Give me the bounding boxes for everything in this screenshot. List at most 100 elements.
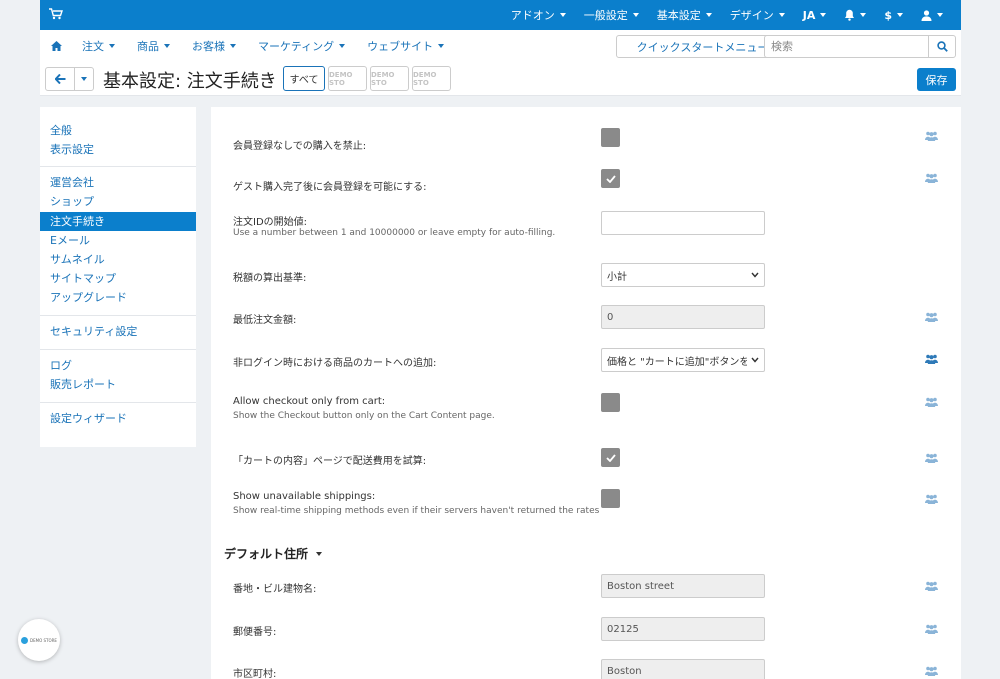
chevron-down-icon <box>316 551 323 556</box>
setting-checkbox[interactable] <box>601 169 620 188</box>
chevron-down-icon <box>164 44 170 48</box>
page-header: 基本設定: 注文手続き すべて DEMO STO DEMO STO DEMO S… <box>40 62 961 96</box>
sidebar-item-security[interactable]: セキュリティ設定 <box>40 322 196 341</box>
setting-label: 番地・ビル建物名: <box>233 584 317 595</box>
chevron-down-icon <box>897 13 903 17</box>
sidebar-item-upgrade[interactable]: アップグレード <box>40 288 196 307</box>
topmenu-basic-settings-label: 基本設定 <box>656 9 701 22</box>
storefront-switcher: すべて DEMO STO DEMO STO DEMO STO <box>283 66 454 91</box>
users-icon[interactable] <box>925 494 938 504</box>
setting-label: 税額の算出基準: <box>233 273 307 284</box>
setting-label: Allow checkout only from cart: <box>233 396 386 407</box>
sidebar-divider <box>40 315 196 316</box>
save-button[interactable]: 保存 <box>917 68 956 91</box>
address-city-input[interactable]: Boston <box>601 659 765 679</box>
address-zipcode-input[interactable]: 02125 <box>601 617 765 641</box>
chevron-down-icon <box>705 13 712 17</box>
chevron-down-icon <box>632 13 639 17</box>
settings-sidebar: 全般 表示設定 運営会社 ショップ 注文手続き Eメール サムネイル サイトマッ… <box>40 107 196 447</box>
topmenu-design[interactable]: デザイン <box>721 0 794 30</box>
sidebar-item-company[interactable]: 運営会社 <box>40 173 196 192</box>
notifications-menu[interactable] <box>835 0 875 30</box>
user-icon <box>921 9 932 21</box>
sidebar-item-stores[interactable]: ショップ <box>40 192 196 211</box>
arrow-left-icon <box>54 74 65 84</box>
setting-checkbox[interactable] <box>601 489 620 508</box>
users-icon[interactable] <box>925 354 938 364</box>
cart-icon[interactable] <box>49 8 63 20</box>
language-selector[interactable]: JA <box>794 0 836 30</box>
order-id-start-input[interactable] <box>601 211 765 235</box>
sidebar-item-thumbnails[interactable]: サムネイル <box>40 250 196 269</box>
search-icon <box>936 41 948 52</box>
sidebar-item-appearance[interactable]: 表示設定 <box>40 140 196 159</box>
nav-website-label: ウェブサイト <box>367 40 434 53</box>
guest-add-to-cart-select[interactable]: 価格と "カートに追加"ボタンを表示 <box>601 348 765 372</box>
sidebar-item-setup-wizard[interactable]: 設定ウィザード <box>40 409 196 428</box>
users-icon[interactable] <box>925 453 938 463</box>
nav-orders[interactable]: 注文 <box>71 30 126 62</box>
min-order-amount-input[interactable]: 0 <box>601 305 765 329</box>
chevron-down-icon <box>778 13 785 17</box>
setting-label: 会員登録なしでの購入を禁止: <box>233 141 367 152</box>
store-demo-button[interactable]: DEMO STO <box>412 66 451 91</box>
currency-selector[interactable]: $ <box>875 0 912 30</box>
users-icon[interactable] <box>925 666 938 676</box>
store-logo-text: DEMO STORE <box>30 637 57 643</box>
page-title: 基本設定: 注文手続き <box>103 71 277 92</box>
setting-label: Show unavailable shippings: <box>233 491 376 502</box>
sidebar-item-checkout[interactable]: 注文手続き <box>40 212 196 231</box>
users-icon[interactable] <box>925 131 938 141</box>
store-badge-button[interactable]: DEMO STORE <box>18 619 60 661</box>
setting-label: 注文IDの開始値: <box>233 217 308 228</box>
sidebar-divider <box>40 166 196 167</box>
nav-products[interactable]: 商品 <box>126 30 181 62</box>
checkmark-icon <box>605 453 616 462</box>
store-logo: DEMO STORE <box>21 636 57 644</box>
nav-customers[interactable]: お客様 <box>181 30 247 62</box>
nav-orders-label: 注文 <box>82 40 104 53</box>
logo-dot-icon <box>21 636 29 644</box>
sidebar-item-emails[interactable]: Eメール <box>40 231 196 250</box>
sidebar-item-sales-reports[interactable]: 販売レポート <box>40 375 196 394</box>
setting-checkbox[interactable] <box>601 448 620 467</box>
nav-products-label: 商品 <box>137 40 159 53</box>
chevron-down-icon <box>751 272 759 278</box>
sidebar-item-logs[interactable]: ログ <box>40 356 196 375</box>
search-button[interactable] <box>928 35 956 58</box>
users-icon[interactable] <box>925 581 938 591</box>
user-menu[interactable] <box>912 0 961 30</box>
back-button[interactable] <box>45 67 75 91</box>
nav-website[interactable]: ウェブサイト <box>356 30 455 62</box>
setting-help-text: Show the Checkout button only on the Car… <box>233 411 495 421</box>
users-icon[interactable] <box>925 397 938 407</box>
address-street-input[interactable]: Boston street <box>601 574 765 598</box>
topmenu-general-settings[interactable]: 一般設定 <box>575 0 648 30</box>
topmenu-addons[interactable]: アドオン <box>502 0 575 30</box>
setting-checkbox[interactable] <box>601 128 620 147</box>
bell-icon <box>845 9 855 21</box>
users-icon[interactable] <box>925 173 938 183</box>
setting-label: 非ログイン時における商品のカートへの追加: <box>233 358 437 369</box>
users-icon[interactable] <box>925 312 938 322</box>
currency-label: $ <box>884 8 892 22</box>
sidebar-item-sitemap[interactable]: サイトマップ <box>40 269 196 288</box>
topmenu-general-settings-label: 一般設定 <box>583 9 628 22</box>
search-input[interactable] <box>764 35 928 58</box>
section-title: デフォルト住所 <box>224 547 309 561</box>
store-demo-button[interactable]: DEMO STO <box>370 66 409 91</box>
tax-calculation-select[interactable]: 小計 <box>601 263 765 287</box>
topmenu-basic-settings[interactable]: 基本設定 <box>648 0 721 30</box>
setting-help-text: Show real-time shipping methods even if … <box>233 506 600 516</box>
setting-checkbox[interactable] <box>601 393 620 412</box>
sidebar-item-general[interactable]: 全般 <box>40 121 196 140</box>
users-icon[interactable] <box>925 624 938 634</box>
nav-marketing[interactable]: マーケティング <box>247 30 356 62</box>
home-icon[interactable] <box>51 41 62 51</box>
chevron-down-icon <box>860 13 867 17</box>
history-dropdown-button[interactable] <box>74 67 94 91</box>
default-address-section-toggle[interactable]: デフォルト住所 <box>224 545 323 562</box>
store-demo-button[interactable]: DEMO STO <box>328 66 367 91</box>
setting-label: ゲスト購入完了後に会員登録を可能にする: <box>233 182 427 193</box>
store-all-button[interactable]: すべて <box>283 66 325 91</box>
